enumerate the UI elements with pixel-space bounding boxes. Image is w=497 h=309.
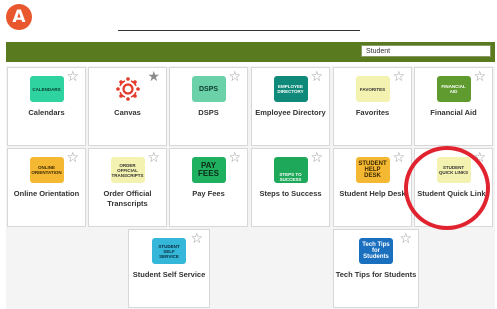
tile-student-quick-links[interactable]: STUDENT QUICK LINKS ☆ Student Quick Link… (414, 148, 493, 227)
tile-label: Favorites (355, 108, 390, 117)
tile-tech-tips-for-students[interactable]: Tech Tips for Students ☆ Tech Tips for S… (333, 229, 419, 308)
tile-label: Pay Fees (192, 189, 225, 198)
search-input[interactable]: Student (361, 45, 491, 57)
tile-label: Calendars (28, 108, 65, 117)
favorite-star-icon[interactable]: ☆ (392, 70, 405, 84)
favorite-star-icon[interactable]: ☆ (147, 151, 160, 165)
quick-links-logo-icon: STUDENT QUICK LINKS (436, 157, 471, 183)
tile-employee-directory[interactable]: EMPLOYEE DIRECTORY ☆ Employee Directory (251, 67, 330, 146)
canvas-logo-icon (112, 74, 143, 104)
favorite-star-icon[interactable]: ☆ (392, 151, 405, 165)
tile-pay-fees[interactable]: PAY FEES ☆ Pay Fees (169, 148, 248, 227)
favorites-logo-icon: FAVORITES (355, 76, 390, 102)
step-badge: A (6, 4, 32, 30)
favorite-star-icon[interactable]: ☆ (228, 151, 241, 165)
tile-dsps[interactable]: DSPS ☆ DSPS (169, 67, 248, 146)
tile-label: Order Official Transcripts (103, 189, 152, 208)
tile-canvas[interactable]: ★ Canvas (88, 67, 167, 146)
employee-directory-logo-icon: EMPLOYEE DIRECTORY (273, 76, 308, 102)
tile-label: Employee Directory (255, 108, 326, 117)
tile-label: Financial Aid (430, 108, 477, 117)
favorite-star-icon[interactable]: ☆ (399, 232, 412, 246)
favorite-star-icon[interactable]: ☆ (66, 70, 79, 84)
dsps-logo-icon: DSPS (191, 76, 226, 102)
tile-favorites[interactable]: FAVORITES ☆ Favorites (333, 67, 412, 146)
financial-aid-logo-icon: FINANCIAL AID (436, 76, 471, 102)
tile-label: Student Quick Links (417, 189, 490, 198)
calendars-logo-icon: CALENDARS (29, 76, 64, 102)
tile-calendars[interactable]: CALENDARS ☆ Calendars (7, 67, 86, 146)
tile-label: Student Help Desk (339, 189, 406, 198)
top-bar: Student (6, 42, 495, 62)
tile-label: Steps to Success (259, 189, 322, 198)
tile-student-self-service[interactable]: STUDENT SELF SERVICE ☆ Student Self Serv… (128, 229, 210, 308)
favorite-star-icon[interactable]: ☆ (310, 151, 323, 165)
graduation-cap-logo-icon: STEPS TO SUCCESS (273, 157, 308, 183)
tile-financial-aid[interactable]: FINANCIAL AID ☆ Financial Aid (414, 67, 493, 146)
online-orientation-logo-icon: ONLINE ORIENTATION (29, 157, 64, 183)
tile-label: Tech Tips for Students (335, 270, 417, 279)
help-desk-logo-icon: STUDENT HELP DESK (355, 157, 390, 183)
self-service-logo-icon: STUDENT SELF SERVICE (152, 238, 186, 264)
tile-label: Canvas (114, 108, 141, 117)
tile-order-official-transcripts[interactable]: ORDER OFFICIAL TRANSCRIPTS ☆ Order Offic… (88, 148, 167, 227)
quick-links-grid: CALENDARS ☆ Calendars ★ Canvas DSPS ☆ DS… (6, 66, 495, 309)
favorite-star-icon[interactable]: ☆ (473, 70, 486, 84)
pay-fees-logo-icon: PAY FEES (191, 157, 226, 183)
tile-label: Student Self Service (132, 270, 206, 279)
tile-label: Online Orientation (13, 189, 80, 198)
favorite-star-icon[interactable]: ☆ (66, 151, 79, 165)
favorite-star-icon[interactable]: ☆ (228, 70, 241, 84)
tile-steps-to-success[interactable]: STEPS TO SUCCESS ☆ Steps to Success (251, 148, 330, 227)
tile-online-orientation[interactable]: ONLINE ORIENTATION ☆ Online Orientation (7, 148, 86, 227)
favorite-star-icon[interactable]: ☆ (473, 151, 486, 165)
favorite-star-icon[interactable]: ☆ (190, 232, 203, 246)
favorite-star-filled-icon[interactable]: ★ (147, 70, 160, 84)
favorite-star-icon[interactable]: ☆ (310, 70, 323, 84)
tile-student-help-desk[interactable]: STUDENT HELP DESK ☆ Student Help Desk (333, 148, 412, 227)
tech-tips-logo-icon: Tech Tips for Students (359, 238, 393, 264)
underline-divider (118, 30, 360, 31)
tile-label: DSPS (198, 108, 219, 117)
transcripts-logo-icon: ORDER OFFICIAL TRANSCRIPTS (110, 157, 145, 183)
